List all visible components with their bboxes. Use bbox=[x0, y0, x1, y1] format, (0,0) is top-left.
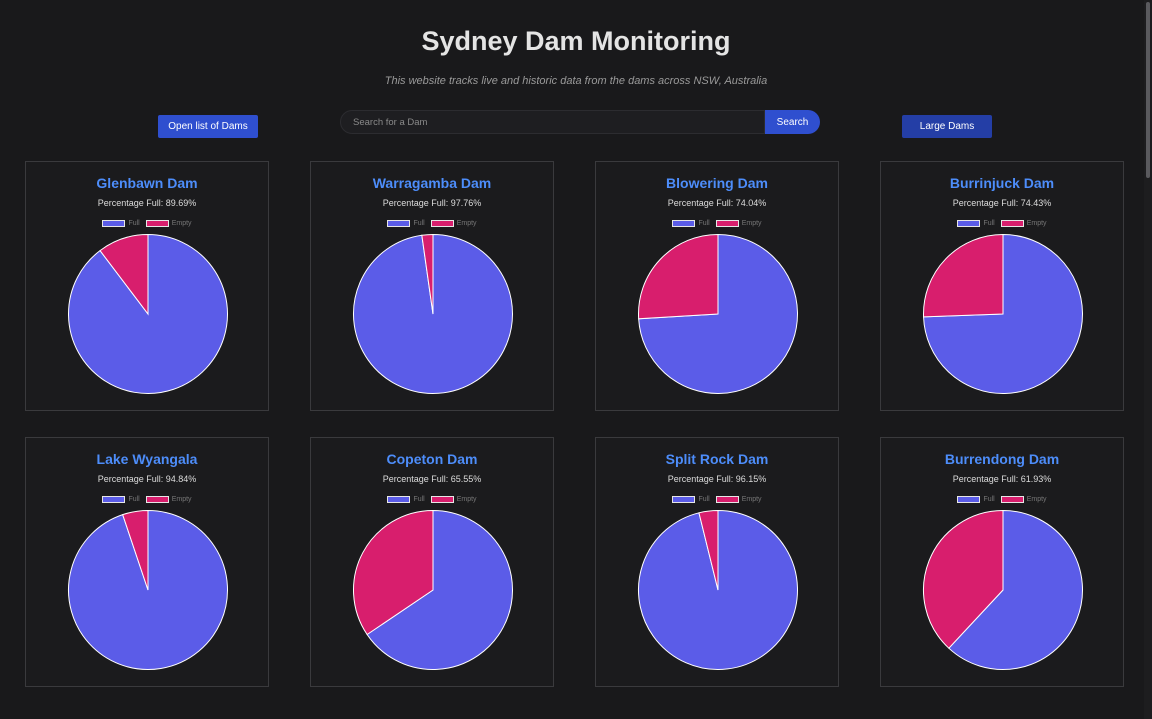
pie-chart bbox=[353, 233, 513, 394]
legend-swatch-empty bbox=[715, 495, 739, 503]
dam-card: Lake Wyangala Percentage Full: 94.84% Fu… bbox=[25, 437, 269, 687]
legend-label-full: Full bbox=[698, 495, 710, 503]
legend-item-full[interactable]: Full bbox=[387, 495, 425, 503]
pie-chart bbox=[923, 509, 1083, 670]
legend-item-empty[interactable]: Empty bbox=[430, 219, 477, 227]
legend-label-full: Full bbox=[128, 495, 140, 503]
legend-item-full[interactable]: Full bbox=[957, 495, 995, 503]
legend-swatch-empty bbox=[145, 219, 169, 227]
chart-legend: Full Empty bbox=[311, 494, 553, 504]
percentage-full: Percentage Full: 61.93% bbox=[952, 474, 1052, 484]
legend-item-empty[interactable]: Empty bbox=[145, 219, 192, 227]
search-bar: Search bbox=[340, 110, 820, 134]
dam-name[interactable]: Split Rock Dam bbox=[596, 451, 838, 467]
legend-item-full[interactable]: Full bbox=[672, 219, 710, 227]
legend-label-empty: Empty bbox=[171, 495, 192, 503]
legend-label-full: Full bbox=[698, 219, 710, 227]
chart-legend: Full Empty bbox=[881, 218, 1123, 228]
legend-swatch-empty bbox=[430, 495, 454, 503]
percentage-full: Percentage Full: 74.43% bbox=[952, 198, 1052, 208]
legend-item-empty[interactable]: Empty bbox=[145, 495, 192, 503]
legend-item-empty[interactable]: Empty bbox=[715, 495, 762, 503]
percentage-full: Percentage Full: 74.04% bbox=[667, 198, 767, 208]
legend-label-full: Full bbox=[128, 219, 140, 227]
legend-swatch-empty bbox=[430, 219, 454, 227]
legend-label-empty: Empty bbox=[1026, 219, 1047, 227]
legend-swatch-empty bbox=[1000, 219, 1024, 227]
dam-card: Split Rock Dam Percentage Full: 96.15% F… bbox=[595, 437, 839, 687]
legend-swatch-empty bbox=[145, 495, 169, 503]
search-input[interactable] bbox=[340, 110, 765, 134]
pie-chart bbox=[923, 233, 1083, 394]
search-button[interactable]: Search bbox=[765, 110, 820, 134]
legend-label-empty: Empty bbox=[741, 219, 762, 227]
legend-item-empty[interactable]: Empty bbox=[430, 495, 477, 503]
dam-name[interactable]: Blowering Dam bbox=[596, 175, 838, 191]
pie-slice-empty[interactable] bbox=[638, 233, 719, 320]
chart-legend: Full Empty bbox=[596, 494, 838, 504]
chart-legend: Full Empty bbox=[26, 494, 268, 504]
dam-card: Glenbawn Dam Percentage Full: 89.69% Ful… bbox=[25, 161, 269, 411]
dam-name[interactable]: Glenbawn Dam bbox=[26, 175, 268, 191]
legend-label-full: Full bbox=[413, 495, 425, 503]
chart-legend: Full Empty bbox=[311, 218, 553, 228]
percentage-full: Percentage Full: 89.69% bbox=[97, 198, 197, 208]
dam-card: Burrendong Dam Percentage Full: 61.93% F… bbox=[880, 437, 1124, 687]
legend-item-full[interactable]: Full bbox=[102, 495, 140, 503]
legend-label-empty: Empty bbox=[741, 495, 762, 503]
legend-swatch-full bbox=[957, 495, 981, 503]
legend-label-full: Full bbox=[983, 495, 995, 503]
legend-item-full[interactable]: Full bbox=[387, 219, 425, 227]
legend-item-empty[interactable]: Empty bbox=[1000, 495, 1047, 503]
scrollbar-thumb[interactable] bbox=[1146, 2, 1150, 178]
legend-item-full[interactable]: Full bbox=[102, 219, 140, 227]
legend-label-full: Full bbox=[413, 219, 425, 227]
dam-name[interactable]: Burrinjuck Dam bbox=[881, 175, 1123, 191]
legend-label-empty: Empty bbox=[456, 495, 477, 503]
dam-name[interactable]: Lake Wyangala bbox=[26, 451, 268, 467]
percentage-full: Percentage Full: 96.15% bbox=[667, 474, 767, 484]
dam-card: Warragamba Dam Percentage Full: 97.76% F… bbox=[310, 161, 554, 411]
dam-name[interactable]: Warragamba Dam bbox=[311, 175, 553, 191]
pie-chart bbox=[68, 233, 228, 394]
legend-swatch-full bbox=[102, 495, 126, 503]
large-dams-button[interactable]: Large Dams bbox=[902, 115, 992, 138]
legend-swatch-empty bbox=[715, 219, 739, 227]
legend-label-empty: Empty bbox=[171, 219, 192, 227]
legend-swatch-full bbox=[102, 219, 126, 227]
legend-swatch-full bbox=[672, 495, 696, 503]
open-dam-list-button[interactable]: Open list of Dams bbox=[158, 115, 258, 138]
pie-chart bbox=[353, 509, 513, 670]
legend-swatch-empty bbox=[1000, 495, 1024, 503]
chart-legend: Full Empty bbox=[26, 218, 268, 228]
page-subtitle: This website tracks live and historic da… bbox=[384, 75, 768, 87]
chart-legend: Full Empty bbox=[596, 218, 838, 228]
dam-name[interactable]: Burrendong Dam bbox=[881, 451, 1123, 467]
dam-card: Blowering Dam Percentage Full: 74.04% Fu… bbox=[595, 161, 839, 411]
page-title: Sydney Dam Monitoring bbox=[421, 26, 731, 56]
legend-item-empty[interactable]: Empty bbox=[1000, 219, 1047, 227]
dam-name[interactable]: Copeton Dam bbox=[311, 451, 553, 467]
pie-slice-empty[interactable] bbox=[923, 233, 1004, 318]
legend-item-empty[interactable]: Empty bbox=[715, 219, 762, 227]
legend-swatch-full bbox=[387, 219, 411, 227]
pie-chart bbox=[638, 509, 798, 670]
dam-card: Copeton Dam Percentage Full: 65.55% Full… bbox=[310, 437, 554, 687]
pie-chart bbox=[68, 509, 228, 670]
scrollbar[interactable] bbox=[1144, 0, 1152, 719]
legend-swatch-full bbox=[387, 495, 411, 503]
percentage-full: Percentage Full: 65.55% bbox=[382, 474, 482, 484]
legend-swatch-full bbox=[957, 219, 981, 227]
pie-chart bbox=[638, 233, 798, 394]
legend-item-full[interactable]: Full bbox=[672, 495, 710, 503]
legend-label-empty: Empty bbox=[456, 219, 477, 227]
percentage-full: Percentage Full: 94.84% bbox=[97, 474, 197, 484]
chart-legend: Full Empty bbox=[881, 494, 1123, 504]
legend-label-empty: Empty bbox=[1026, 495, 1047, 503]
dam-card: Burrinjuck Dam Percentage Full: 74.43% F… bbox=[880, 161, 1124, 411]
legend-item-full[interactable]: Full bbox=[957, 219, 995, 227]
legend-label-full: Full bbox=[983, 219, 995, 227]
legend-swatch-full bbox=[672, 219, 696, 227]
percentage-full: Percentage Full: 97.76% bbox=[382, 198, 482, 208]
